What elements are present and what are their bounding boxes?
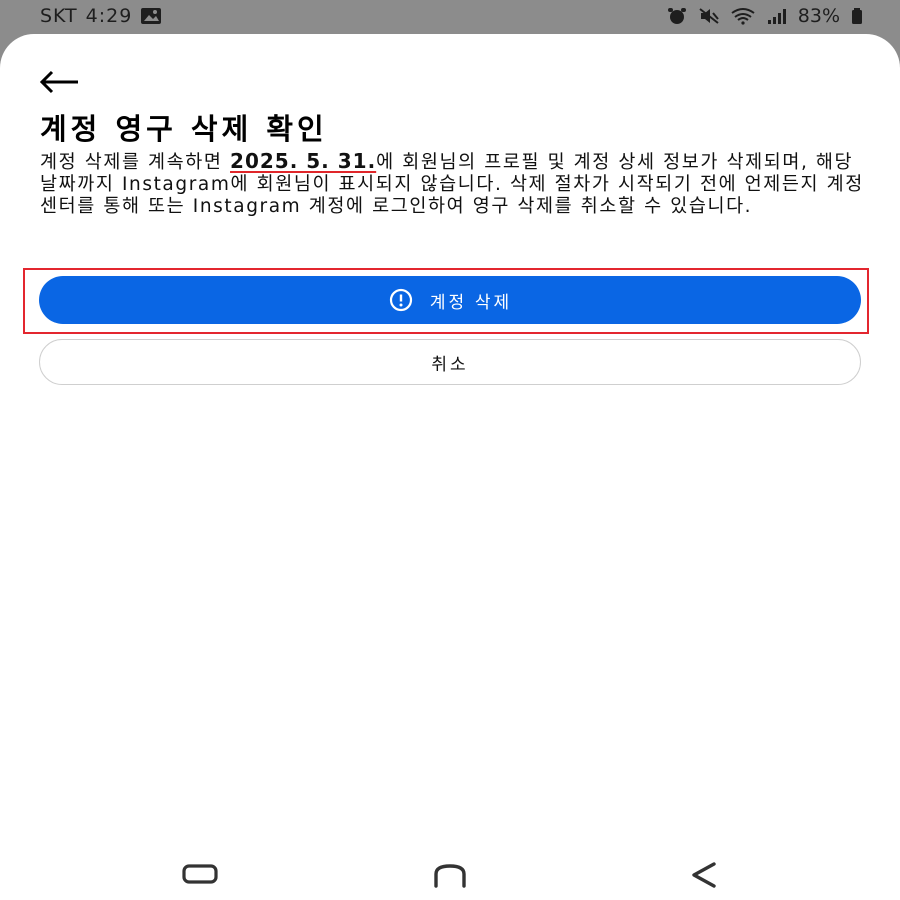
- alert-circle-icon: [389, 288, 412, 312]
- gallery-icon: [141, 8, 162, 24]
- system-navigation-bar: [0, 840, 900, 900]
- wifi-icon: [731, 8, 755, 25]
- screen: SKT 4:29 83% 계정 영구 삭제 확인 계정 삭제를 계속하면 202…: [0, 0, 900, 900]
- recents-icon[interactable]: [178, 860, 222, 890]
- delete-confirmation-sheet: 계정 영구 삭제 확인 계정 삭제를 계속하면 2025. 5. 31.에 회원…: [0, 34, 900, 900]
- deletion-description: 계정 삭제를 계속하면 2025. 5. 31.에 회원님의 프로필 및 계정 …: [40, 150, 870, 218]
- signal-icon: [767, 9, 786, 24]
- mute-icon: [699, 8, 719, 24]
- deletion-date: 2025. 5. 31.: [230, 149, 377, 173]
- home-icon[interactable]: [428, 860, 472, 890]
- delete-account-label: 계정 삭제: [429, 292, 513, 312]
- status-right: 83%: [666, 5, 864, 27]
- page-title: 계정 영구 삭제 확인: [40, 112, 328, 146]
- status-bar: SKT 4:29 83%: [0, 0, 900, 34]
- status-left: SKT 4:29: [40, 5, 162, 27]
- chevron-left-icon[interactable]: [684, 860, 728, 890]
- cancel-label: 취소: [431, 354, 469, 374]
- back-arrow-icon[interactable]: [36, 66, 84, 98]
- battery-icon: [852, 8, 862, 24]
- description-intro: 계정 삭제를 계속하면: [40, 152, 231, 173]
- battery-percent: 83%: [797, 5, 840, 27]
- carrier-label: SKT: [40, 5, 78, 27]
- clock: 4:29: [85, 5, 133, 27]
- cancel-button[interactable]: 취소: [39, 339, 861, 385]
- alarm-icon: [667, 8, 686, 24]
- delete-account-button[interactable]: 계정 삭제: [39, 276, 861, 324]
